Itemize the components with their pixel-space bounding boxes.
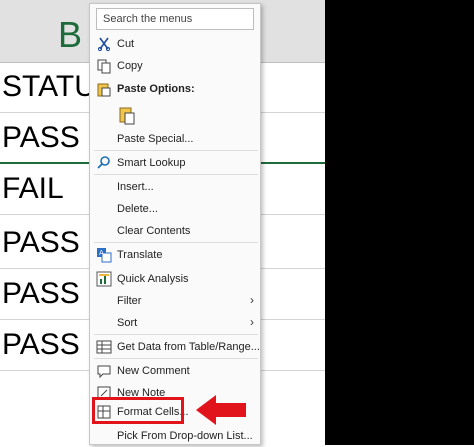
quick-analysis-icon (96, 271, 112, 287)
svg-text:A: A (99, 249, 104, 257)
paste-options-heading: Paste Options: (90, 78, 260, 100)
menu-item-delete[interactable]: Delete... (90, 198, 260, 220)
context-menu: Search the menus Cut Copy Paste Options:… (89, 3, 261, 445)
menu-item-pick-dropdown[interactable]: Pick From Drop-down List... (90, 425, 260, 447)
menu-item-filter[interactable]: Filter › (90, 290, 260, 312)
paste-button[interactable] (90, 102, 260, 128)
menu-item-copy[interactable]: Copy (90, 55, 260, 77)
chevron-right-icon: › (250, 315, 254, 329)
translate-icon: A (96, 247, 112, 263)
black-margin (325, 0, 474, 445)
separator (94, 174, 258, 175)
menu-item-translate[interactable]: A Translate (90, 244, 260, 266)
menu-item-paste-special[interactable]: Paste Special... (90, 128, 260, 150)
clipboard-icon (96, 81, 112, 97)
menu-item-insert[interactable]: Insert... (90, 176, 260, 198)
paste-icon (118, 105, 136, 125)
menu-item-get-data[interactable]: Get Data from Table/Range... (90, 336, 260, 358)
menu-item-new-comment[interactable]: New Comment (90, 360, 260, 382)
separator (94, 358, 258, 359)
red-arrow-icon (196, 393, 248, 427)
chevron-right-icon: › (250, 293, 254, 307)
scissors-icon (96, 36, 112, 52)
search-icon (96, 155, 112, 171)
menu-item-sort[interactable]: Sort › (90, 312, 260, 334)
separator (94, 334, 258, 335)
search-menus-input[interactable]: Search the menus (96, 8, 254, 30)
table-icon (96, 339, 112, 355)
column-letter: B (58, 14, 83, 55)
menu-item-quick-analysis[interactable]: Quick Analysis (90, 268, 260, 290)
menu-item-smart-lookup[interactable]: Smart Lookup (90, 152, 260, 174)
comment-icon (96, 363, 112, 379)
copy-icon (96, 58, 112, 74)
separator (94, 150, 258, 151)
menu-item-cut[interactable]: Cut (90, 33, 260, 55)
menu-item-clear-contents[interactable]: Clear Contents (90, 220, 260, 242)
separator (94, 242, 258, 243)
format-cells-highlight (92, 397, 184, 424)
